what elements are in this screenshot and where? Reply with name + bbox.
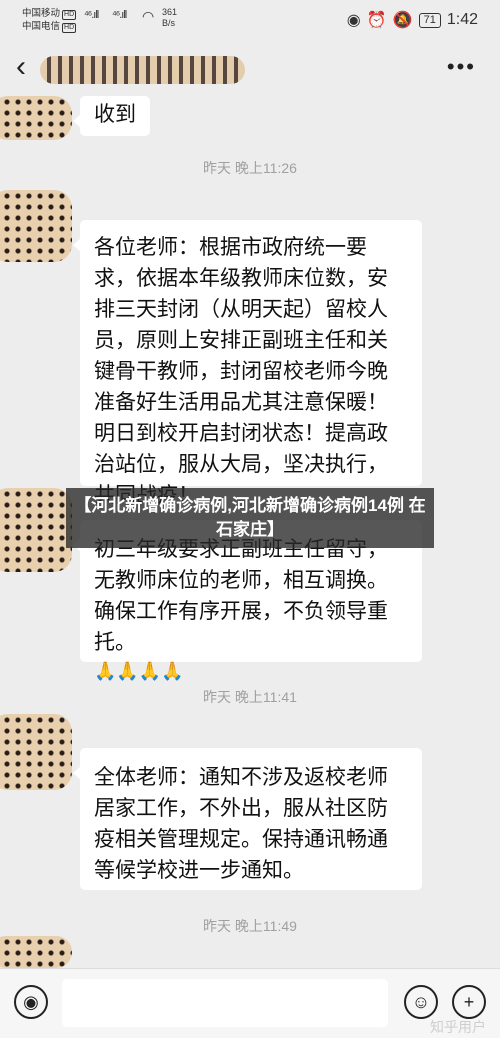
voice-icon[interactable]: ◉	[14, 985, 48, 1019]
status-bar: 中国移动 HD 中国电信 HD ⁴⁶.ıll ⁴⁶.ıll ◠ 361 B/s ◉ …	[0, 0, 500, 40]
mute-icon: 🔕	[392, 12, 413, 29]
status-right: ◉ ⏰ 🔕 71 1:42	[347, 10, 478, 30]
timestamp: 昨天 晚上11:26	[203, 160, 297, 176]
clock: 1:42	[446, 11, 478, 28]
signal-icon: ⁴⁶.ıll	[84, 9, 99, 21]
message-input[interactable]	[62, 979, 388, 1027]
message-text: 收到	[94, 103, 136, 126]
eye-icon: ◉	[346, 12, 361, 29]
timestamp: 昨天 晚上11:49	[203, 918, 297, 934]
more-options-icon[interactable]: •••	[447, 54, 476, 80]
carrier1-label: 中国移动	[22, 8, 61, 19]
timestamp: 昨天 晚上11:41	[203, 689, 297, 705]
chat-title-redacted	[40, 56, 245, 84]
chat-input-bar: ◉ ☺ + 知乎用户	[0, 968, 500, 1038]
avatar[interactable]	[0, 190, 72, 262]
avatar[interactable]	[0, 714, 72, 790]
add-icon[interactable]: +	[452, 985, 486, 1019]
message-text: 各位老师：根据市政府统一要求，依据本年级教师床位数，安排三天封闭（从明天起）留校…	[94, 236, 388, 507]
message-text: 全体老师：通知不涉及返校老师 居家工作，不外出，服从社区防疫相关管理规定。保持通…	[94, 766, 388, 882]
carrier2-label: 中国电信	[22, 21, 61, 32]
message-bubble[interactable]: 各位老师：根据市政府统一要求，依据本年级教师床位数，安排三天封闭（从明天起）留校…	[73, 220, 422, 507]
message-bubble[interactable]: 全体老师：通知不涉及返校老师 居家工作，不外出，服从社区防疫相关管理规定。保持通…	[73, 748, 422, 890]
battery-indicator: 71	[418, 12, 441, 28]
avatar[interactable]	[0, 488, 72, 572]
back-icon[interactable]: ‹	[16, 50, 26, 84]
alarm-icon: ⏰	[366, 12, 387, 29]
carrier-info: 中国移动 HD 中国电信 HD	[22, 7, 77, 33]
hd-badge: HD	[62, 10, 77, 20]
signal-icon: ⁴⁶.ıll	[112, 9, 127, 21]
emoji-icon[interactable]: ☺	[404, 985, 438, 1019]
avatar[interactable]	[0, 96, 72, 140]
message-text: 初三年级要求正副班主任留守，无教师床位的老师，相互调换。确保工作有序开展，不负领…	[94, 538, 388, 654]
news-banner: 【河北新增确诊病例,河北新增确诊病例14例 在石家庄】	[66, 488, 434, 548]
message-bubble[interactable]: 收到	[73, 96, 150, 136]
wifi-icon: ◠	[142, 8, 154, 24]
network-speed: 361 B/s	[162, 7, 178, 28]
pray-emoji-row: 🙏🙏🙏🙏	[94, 661, 184, 681]
hd-badge: HD	[62, 23, 77, 33]
avatar[interactable]	[0, 936, 72, 968]
watermark: 知乎用户	[430, 1019, 486, 1035]
banner-text: 【河北新增确诊病例,河北新增确诊病例14例 在石家庄】	[74, 496, 426, 539]
chat-header: ‹ •••	[0, 40, 500, 98]
